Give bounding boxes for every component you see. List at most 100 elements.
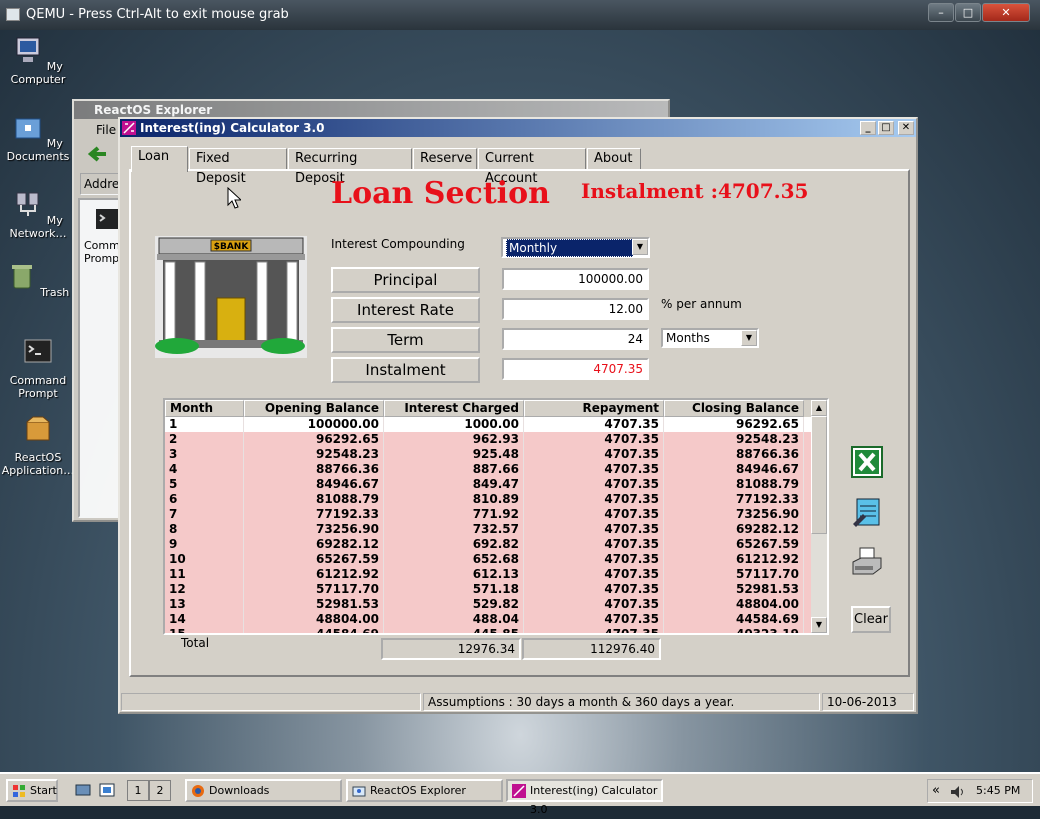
clear-button[interactable]: Clear — [851, 606, 891, 633]
table-row[interactable]: 5 84946.67 849.47 4707.35 81088.79 — [165, 477, 827, 492]
notepad-icon[interactable] — [851, 496, 883, 528]
close-button[interactable]: ✕ — [898, 121, 914, 135]
amortization-table[interactable]: Month Opening Balance Interest Charged R… — [163, 398, 829, 635]
table-row[interactable]: 6 81088.79 810.89 4707.35 77192.33 — [165, 492, 827, 507]
package-icon — [26, 416, 50, 441]
table-cell: 92548.23 — [664, 432, 804, 447]
table-cell: 445.85 — [384, 627, 524, 633]
col-header-opening[interactable]: Opening Balance — [244, 400, 384, 417]
desktop-icon-command-prompt[interactable]: Command Prompt — [0, 337, 76, 400]
desktop-icon-trash[interactable]: Trash — [0, 262, 76, 299]
table-row[interactable]: 2 96292.65 962.93 4707.35 92548.23 — [165, 432, 827, 447]
table-row[interactable]: 11 61212.92 612.13 4707.35 57117.70 — [165, 567, 827, 582]
table-row[interactable]: 14 48804.00 488.04 4707.35 44584.69 — [165, 612, 827, 627]
term-unit-select[interactable]: Months ▼ — [661, 328, 759, 348]
qemu-title-text: QEMU - Press Ctrl-Alt to exit mouse grab — [26, 7, 289, 22]
col-header-closing[interactable]: Closing Balance — [664, 400, 804, 417]
table-cell: 4707.35 — [524, 597, 664, 612]
table-cell: 73256.90 — [664, 507, 804, 522]
qemu-minimize-button[interactable]: – — [928, 3, 954, 22]
table-row[interactable]: 13 52981.53 529.82 4707.35 48804.00 — [165, 597, 827, 612]
desktop-icon-my-documents[interactable]: My Documents — [0, 113, 76, 163]
task-reactos-explorer[interactable]: ReactOS Explorer — [346, 779, 503, 802]
table-cell: 4707.35 — [524, 522, 664, 537]
desktop-icon-network[interactable]: My Network… — [0, 190, 76, 240]
excel-export-icon[interactable] — [851, 446, 883, 478]
table-row[interactable]: 4 88766.36 887.66 4707.35 84946.67 — [165, 462, 827, 477]
qemu-maximize-button[interactable]: □ — [955, 3, 981, 22]
table-scrollbar[interactable]: ▲ ▼ — [811, 400, 827, 633]
table-cell: 100000.00 — [244, 417, 384, 432]
table-cell: 73256.90 — [244, 522, 384, 537]
interest-rate-input[interactable]: 12.00 — [502, 298, 649, 320]
col-header-month[interactable]: Month — [165, 400, 244, 417]
tab-about[interactable]: About — [587, 148, 641, 170]
back-arrow-icon[interactable] — [88, 145, 108, 163]
chevron-down-icon[interactable]: ▼ — [741, 330, 757, 346]
col-header-interest[interactable]: Interest Charged — [384, 400, 524, 417]
scroll-up-icon[interactable]: ▲ — [811, 400, 827, 416]
table-row[interactable]: 15 44584.69 445.85 4707.35 40323.19 — [165, 627, 827, 633]
table-cell: 48804.00 — [244, 612, 384, 627]
table-cell: 15 — [165, 627, 244, 633]
scroll-down-icon[interactable]: ▼ — [811, 617, 827, 633]
clock[interactable]: 5:45 PM — [976, 784, 1020, 797]
table-row[interactable]: 8 73256.90 732.57 4707.35 69282.12 — [165, 522, 827, 537]
minimize-button[interactable]: _ — [860, 121, 876, 135]
principal-input[interactable]: 100000.00 — [502, 268, 649, 290]
explorer-menu-file[interactable]: File — [96, 123, 116, 137]
volume-icon[interactable] — [950, 785, 966, 799]
table-cell: 652.68 — [384, 552, 524, 567]
tab-current-account[interactable]: Current Account — [478, 148, 586, 186]
workspace-1-button[interactable]: 1 — [127, 780, 149, 801]
table-cell: 44584.69 — [664, 612, 804, 627]
col-header-repayment[interactable]: Repayment — [524, 400, 664, 417]
table-cell: 52981.53 — [244, 597, 384, 612]
table-row[interactable]: 10 65267.59 652.68 4707.35 61212.92 — [165, 552, 827, 567]
table-cell: 4707.35 — [524, 507, 664, 522]
workspace-2-button[interactable]: 2 — [149, 780, 171, 801]
table-cell: 4707.35 — [524, 537, 664, 552]
chevron-down-icon[interactable]: ▼ — [632, 239, 648, 255]
tab-fixed-deposit[interactable]: Fixed Deposit — [189, 148, 287, 186]
term-input[interactable]: 24 — [502, 328, 649, 350]
desktop-icon-my-computer[interactable]: My Computer — [0, 36, 76, 86]
table-cell: 57117.70 — [664, 567, 804, 582]
instalment-button[interactable]: Instalment — [331, 357, 480, 383]
table-row[interactable]: 12 57117.70 571.18 4707.35 52981.53 — [165, 582, 827, 597]
desktop-icon-reactos-apps[interactable]: ReactOS Application… — [0, 414, 76, 477]
qemu-close-button[interactable]: ✕ — [982, 3, 1030, 22]
tab-recurring-deposit[interactable]: Recurring Deposit — [288, 148, 412, 186]
printer-icon[interactable] — [851, 546, 883, 578]
interest-rate-button[interactable]: Interest Rate — [331, 297, 480, 323]
tab-loan[interactable]: Loan — [131, 146, 188, 172]
table-cell: 44584.69 — [244, 627, 384, 633]
maximize-button[interactable]: □ — [878, 121, 894, 135]
status-assumptions: Assumptions : 30 days a month & 360 days… — [423, 693, 820, 711]
scroll-thumb[interactable] — [811, 416, 827, 534]
table-row[interactable]: 7 77192.33 771.92 4707.35 73256.90 — [165, 507, 827, 522]
start-button[interactable]: Start — [6, 779, 58, 802]
compounding-select[interactable]: Monthly ▼ — [501, 237, 650, 258]
table-cell: 962.93 — [384, 432, 524, 447]
table-cell: 887.66 — [384, 462, 524, 477]
table-row[interactable]: 1 100000.00 1000.00 4707.35 96292.65 — [165, 417, 827, 432]
quicklaunch-browser-icon[interactable] — [99, 783, 115, 797]
tray-expand-icon[interactable]: « — [932, 783, 940, 798]
task-interest-calculator[interactable]: Interest(ing) Calculator 3.0 — [506, 779, 663, 816]
status-pane-empty — [121, 693, 421, 711]
table-row[interactable]: 3 92548.23 925.48 4707.35 88766.36 — [165, 447, 827, 462]
calculator-app-icon — [512, 784, 526, 798]
system-tray: « 5:45 PM — [927, 779, 1033, 803]
quicklaunch-desktop-icon[interactable] — [75, 783, 91, 797]
table-cell: 57117.70 — [244, 582, 384, 597]
table-cell: 77192.33 — [244, 507, 384, 522]
explorer-address-label: Addres — [80, 173, 126, 195]
table-cell: 96292.65 — [664, 417, 804, 432]
task-downloads[interactable]: Downloads — [185, 779, 342, 802]
tab-reserve[interactable]: Reserve — [413, 148, 477, 170]
term-button[interactable]: Term — [331, 327, 480, 353]
table-row[interactable]: 9 69282.12 692.82 4707.35 65267.59 — [165, 537, 827, 552]
table-cell: 4707.35 — [524, 432, 664, 447]
principal-button[interactable]: Principal — [331, 267, 480, 293]
